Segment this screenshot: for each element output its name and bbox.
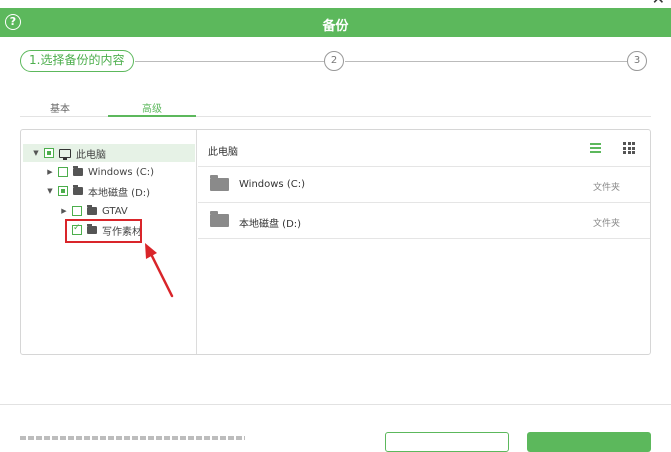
tree-item-this-pc[interactable]: ▼ 此电脑 [23, 144, 195, 162]
tree-item-windows-c[interactable]: ▶ Windows (C:) [45, 163, 154, 181]
file-type: 文件夹 [593, 219, 621, 229]
footer-hint-cutoff [20, 436, 245, 440]
breadcrumb: 此电脑 [208, 147, 238, 158]
highlight-box [65, 219, 142, 243]
expand-right-icon[interactable]: ▶ [59, 207, 69, 215]
step-connector [345, 61, 627, 62]
window-title: 备份 [322, 19, 349, 34]
tab-active-underline [108, 115, 196, 117]
file-list-row[interactable]: Windows (C:) 文件夹 [198, 167, 650, 203]
tree-item-label: 此电脑 [76, 149, 106, 161]
checkbox-partial[interactable] [58, 186, 68, 196]
file-list-row[interactable]: 本地磁盘 (D:) 文件夹 [198, 203, 650, 239]
folder-icon [210, 175, 229, 191]
file-name: Windows (C:) [239, 179, 305, 190]
folder-icon [73, 185, 83, 195]
tree-item-label: 本地磁盘 (D:) [88, 187, 151, 199]
checkbox-partial[interactable] [44, 148, 54, 158]
step-1-select-content: 1.选择备份的内容 [20, 50, 134, 72]
file-name: 本地磁盘 (D:) [239, 219, 302, 230]
step-3-indicator: 3 [627, 51, 647, 71]
expand-down-icon[interactable]: ▼ [31, 149, 41, 157]
title-bar: ? 备份 [0, 8, 671, 37]
tree-item-label: GTAV [102, 205, 128, 217]
file-type: 文件夹 [593, 183, 621, 193]
content-panel: ▼ 此电脑 ▶ Windows (C:) ▼ 本地磁盘 (D:) ▶ GTAV [20, 129, 651, 355]
checkbox-unchecked[interactable] [58, 167, 68, 177]
tab-advanced[interactable]: 高级 [142, 100, 162, 115]
tree-item-local-disk-d[interactable]: ▼ 本地磁盘 (D:) [45, 182, 150, 200]
tab-basic[interactable]: 基本 [50, 100, 70, 115]
expand-right-icon[interactable]: ▶ [45, 168, 55, 176]
file-list-header: 此电脑 [198, 130, 650, 167]
folder-icon [87, 205, 97, 215]
step-connector [135, 61, 324, 62]
file-list-pane: 此电脑 Windows (C:) 文件夹 本地磁盘 (D:) 文件夹 [198, 130, 650, 354]
step-2-indicator: 2 [324, 51, 344, 71]
close-icon[interactable]: ✕ [652, 0, 665, 7]
previous-button[interactable] [385, 432, 509, 452]
folder-icon [73, 166, 83, 176]
tree-item-label: Windows (C:) [88, 166, 154, 178]
computer-icon [59, 148, 71, 160]
folder-icon [210, 211, 229, 227]
list-view-icon[interactable] [590, 143, 601, 153]
tree-item-gtav[interactable]: ▶ GTAV [59, 202, 128, 220]
next-button[interactable] [527, 432, 651, 452]
footer-divider [0, 404, 671, 405]
top-strip [0, 0, 671, 8]
expand-down-icon[interactable]: ▼ [45, 187, 55, 195]
folder-tree: ▼ 此电脑 ▶ Windows (C:) ▼ 本地磁盘 (D:) ▶ GTAV [21, 130, 197, 354]
grid-view-icon[interactable] [623, 142, 635, 154]
checkbox-unchecked[interactable] [72, 206, 82, 216]
